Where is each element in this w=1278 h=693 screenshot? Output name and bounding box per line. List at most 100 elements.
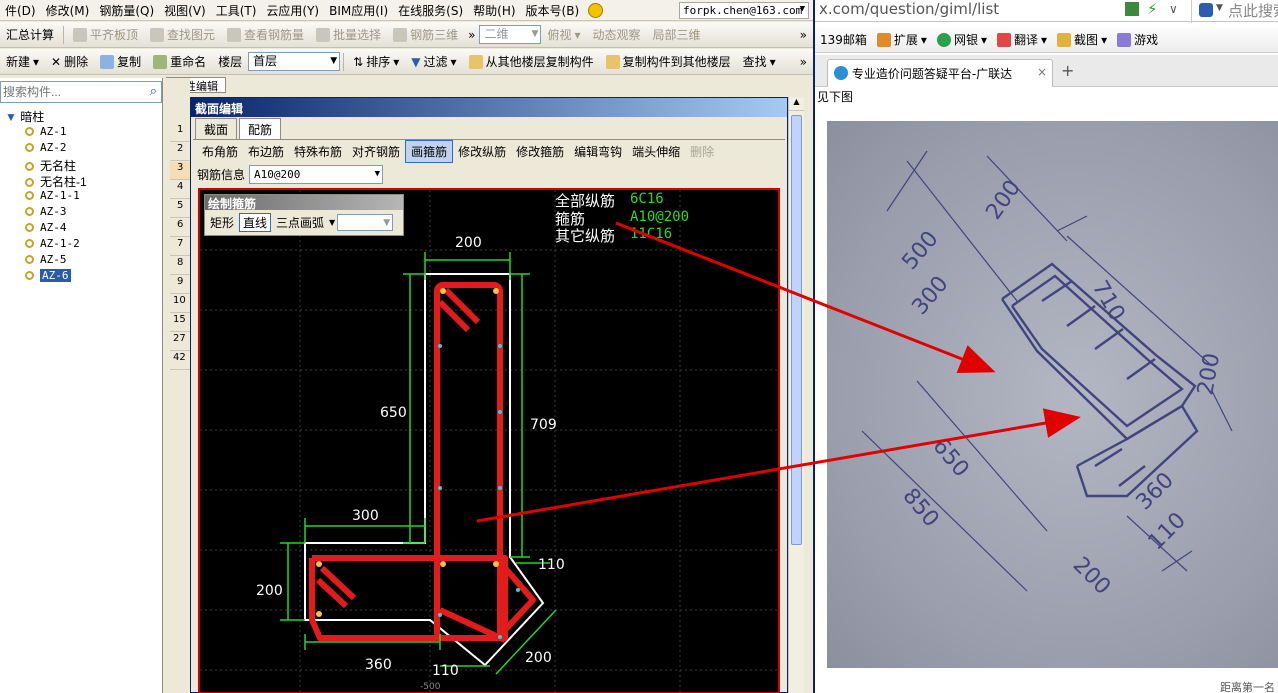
tree-item[interactable]: AZ-4: [25, 221, 67, 234]
menu-view[interactable]: 视图(V): [159, 2, 211, 19]
sort-button[interactable]: ⇅ 排序 ▾: [347, 53, 405, 70]
emoji-icon: [588, 2, 604, 18]
edit-hook-button[interactable]: 编辑弯钩: [569, 141, 627, 162]
overflow-chevron-icon[interactable]: »: [800, 28, 807, 42]
batch-select-button[interactable]: 批量选择: [310, 26, 387, 43]
palette-buttons: 矩形 直线 三点画弧 ▼ ▼: [205, 210, 403, 235]
toolbar-main: 汇总计算 平齐板顶 查找图元 查看钢筋量 批量选择 钢筋三维 » 二维 ▼ 俯视 …: [0, 22, 813, 48]
search-hint[interactable]: 点此搜索: [1228, 0, 1278, 21]
scissors-icon: [1057, 32, 1072, 47]
local-3d-label: 局部三维: [652, 28, 701, 42]
tab-rebar[interactable]: 配筋: [239, 118, 282, 139]
menu-help[interactable]: 帮助(H): [468, 2, 520, 19]
screenshot-button[interactable]: 截图 ▾: [1052, 31, 1112, 48]
search-icon[interactable]: ⌕: [150, 84, 157, 99]
tree-item[interactable]: AZ-1-1: [25, 189, 80, 202]
mail139-button[interactable]: 139邮箱: [815, 31, 872, 48]
new-button[interactable]: 新建 ▾: [0, 53, 45, 70]
rename-button[interactable]: 重命名: [147, 53, 212, 70]
top-view-button[interactable]: 俯视 ▾: [541, 26, 586, 43]
local-3d-button[interactable]: 局部三维: [647, 26, 707, 43]
section-canvas[interactable]: 绘制箍筋 矩形 直线 三点画弧 ▼ ▼ 全部纵筋 6C16 箍筋 A10@200…: [198, 188, 780, 693]
new-tab-button[interactable]: +: [1061, 61, 1074, 80]
delete-button[interactable]: ✕ 删除: [45, 53, 94, 70]
find-element-button[interactable]: 查找图元: [144, 26, 221, 43]
chevron-down-icon[interactable]: ▼: [329, 218, 335, 227]
tab-title: 专业造价问题答疑平台-广联达: [851, 67, 1013, 81]
tree-item[interactable]: 无名柱-1: [25, 173, 87, 190]
account-text: forpk.chen@163.com: [683, 4, 803, 17]
copy-button[interactable]: 复制: [94, 53, 147, 70]
align-rebar-button[interactable]: 对齐钢筋: [347, 141, 405, 162]
draw-stirrup-button[interactable]: 画箍筋: [405, 139, 454, 163]
rebar-3d-button[interactable]: 钢筋三维: [387, 26, 464, 43]
translate-button[interactable]: 翻译 ▾: [992, 31, 1052, 48]
menu-file[interactable]: 件(D): [0, 2, 41, 19]
chevron-down-icon[interactable]: ▼: [1216, 3, 1223, 13]
dim-label: 300: [352, 508, 379, 524]
lightning-icon[interactable]: ⚡: [1147, 0, 1158, 18]
address-bar[interactable]: x.com/question/giml/list ⚡ ∨ ▼ 点此搜索: [815, 0, 1278, 23]
corner-rebar-button[interactable]: 布角筋: [197, 141, 243, 162]
tree-item[interactable]: AZ-1: [25, 125, 67, 138]
arc-mode-button[interactable]: 三点画弧: [273, 214, 327, 231]
floor-select[interactable]: 首层 ▼: [248, 52, 341, 71]
extensions-button[interactable]: 扩展 ▾: [872, 31, 932, 48]
menu-tools[interactable]: 工具(T): [211, 2, 262, 19]
orbit-button[interactable]: 动态观察: [586, 26, 646, 43]
edit-long-rebar-button[interactable]: 修改纵筋: [453, 141, 511, 162]
sketch-photo: 500 200 300 710 200 650 850 360 110 200: [827, 121, 1278, 668]
menu-cloud[interactable]: 云应用(Y): [261, 2, 324, 19]
edge-rebar-button[interactable]: 布边筋: [243, 141, 289, 162]
tree-item[interactable]: AZ-1-2: [25, 237, 80, 250]
tree-item[interactable]: 无名柱: [25, 157, 76, 174]
end-extend-button[interactable]: 端头伸缩: [627, 141, 685, 162]
tree-root-label: 暗柱: [20, 110, 45, 124]
menu-online[interactable]: 在线服务(S): [393, 2, 468, 19]
games-button[interactable]: 游戏: [1112, 31, 1163, 48]
menu-version[interactable]: 版本号(B): [521, 2, 585, 19]
rebar-icon: [227, 27, 242, 42]
copy-label: 复制: [117, 55, 142, 69]
vertical-scrollbar[interactable]: ▲: [788, 97, 804, 693]
scroll-up-arrow-icon[interactable]: ▲: [789, 97, 804, 111]
find-button[interactable]: 查找 ▾: [737, 53, 782, 70]
baidu-icon[interactable]: [1199, 3, 1213, 17]
close-icon[interactable]: ×: [1037, 65, 1047, 79]
copy-from-icon: [468, 54, 483, 69]
edit-stirrup-button[interactable]: 修改箍筋: [511, 141, 569, 162]
tree-item[interactable]: AZ-3: [25, 205, 67, 218]
browser-tab-active[interactable]: 专业造价问题答疑平台-广联达 ×: [827, 59, 1053, 87]
view-2d-select[interactable]: 二维 ▼: [479, 25, 542, 44]
tree-item-selected[interactable]: AZ-6: [25, 269, 71, 282]
copy-to-label: 复制构件到其他楼层: [622, 55, 731, 69]
search-input[interactable]: [1, 82, 139, 102]
calc-button[interactable]: 汇总计算: [0, 26, 60, 43]
copy-to-floor-button[interactable]: 复制构件到其他楼层: [600, 53, 737, 70]
arc-param-select[interactable]: ▼: [337, 214, 394, 231]
flush-slab-button[interactable]: 平齐板顶: [67, 26, 144, 43]
account-dropdown[interactable]: forpk.chen@163.com ▼: [679, 2, 809, 19]
gear-icon: [25, 191, 34, 200]
tab-section[interactable]: 截面: [195, 118, 238, 139]
ebank-button[interactable]: 网银 ▾: [932, 31, 992, 48]
menu-bim[interactable]: BIM应用(I): [324, 2, 393, 19]
rebar-info-select[interactable]: A10@200 ▼: [249, 164, 384, 184]
delete-rebar-button[interactable]: 删除: [685, 141, 719, 162]
special-rebar-button[interactable]: 特殊布筋: [289, 141, 347, 162]
tree-root[interactable]: ▼ 暗柱: [5, 108, 44, 125]
rect-mode-button[interactable]: 矩形: [207, 214, 237, 231]
menu-edit[interactable]: 修改(M): [41, 2, 95, 19]
tree-item[interactable]: AZ-5: [25, 253, 67, 266]
qr-icon[interactable]: [1125, 2, 1139, 16]
copy-from-floor-button[interactable]: 从其他楼层复制构件: [463, 53, 600, 70]
view-rebar-button[interactable]: 查看钢筋量: [221, 26, 310, 43]
tree-item[interactable]: AZ-2: [25, 141, 67, 154]
filter-button[interactable]: ▼ 过滤 ▾: [405, 53, 462, 70]
overflow-chevron-icon[interactable]: »: [464, 28, 479, 42]
menu-rebar-qty[interactable]: 钢筋量(Q): [94, 2, 159, 19]
line-mode-button[interactable]: 直线: [239, 213, 272, 232]
chevron-down-icon[interactable]: ∨: [1169, 2, 1178, 16]
scroll-thumb[interactable]: [791, 115, 802, 545]
overflow-chevron-icon[interactable]: »: [800, 55, 807, 69]
